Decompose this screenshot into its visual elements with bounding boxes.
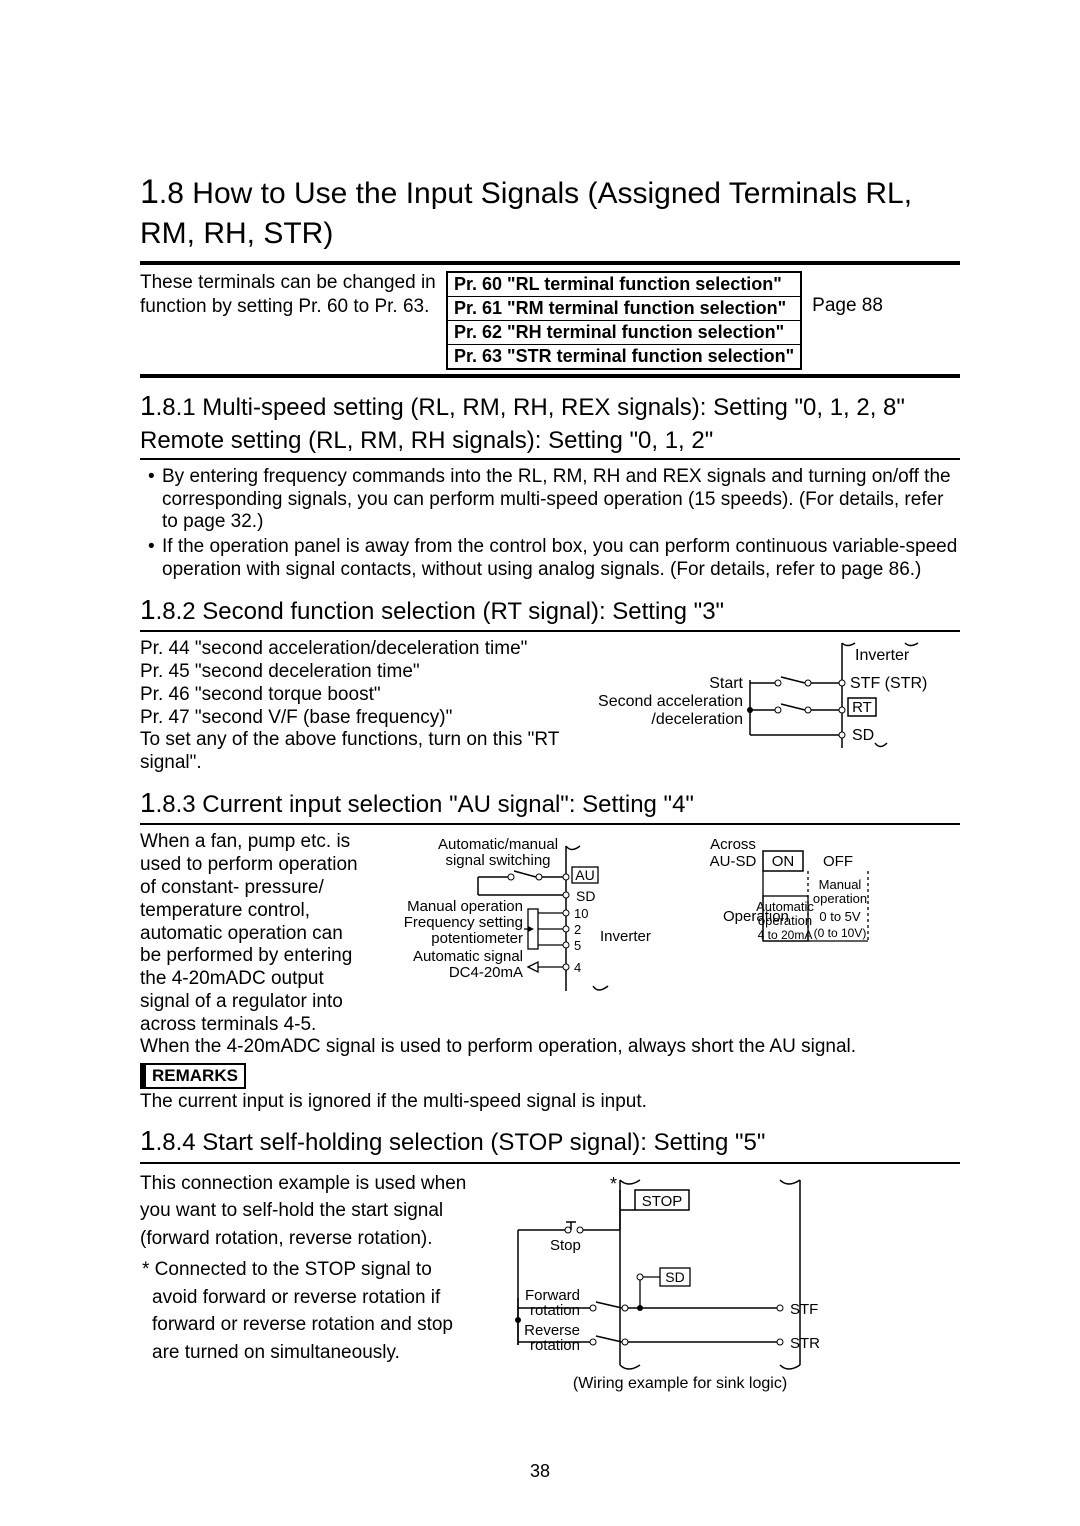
intro-row: These terminals can be changed in functi… bbox=[140, 271, 960, 370]
svg-text:STR: STR bbox=[790, 1335, 820, 1352]
pr-line: Pr. 47 "second V/F (base frequency)" bbox=[140, 707, 585, 730]
bullet-list-181: By entering frequency commands into the … bbox=[140, 466, 960, 582]
svg-text:OFF: OFF bbox=[823, 853, 853, 870]
svg-text:*: * bbox=[610, 1174, 617, 1194]
text-block-182: Pr. 44 "second acceleration/deceleration… bbox=[140, 638, 585, 775]
svg-text:AU: AU bbox=[575, 867, 594, 883]
text-block-183: When a fan, pump etc. is used to perform… bbox=[140, 831, 358, 1036]
svg-text:rotation: rotation bbox=[530, 1337, 580, 1354]
pr-line: Pr. 46 "second torque boost" bbox=[140, 684, 585, 707]
svg-text:10: 10 bbox=[574, 906, 588, 921]
svg-text:SD: SD bbox=[665, 1269, 684, 1285]
pr-line: Pr. 44 "second acceleration/deceleration… bbox=[140, 638, 585, 661]
remarks-label: REMARKS bbox=[140, 1063, 246, 1089]
title-text: .8 How to Use the Input Signals (Assigne… bbox=[140, 177, 912, 250]
svg-text:Automatic signal: Automatic signal bbox=[413, 948, 523, 965]
svg-text:2: 2 bbox=[574, 922, 581, 937]
svg-text:Frequency setting: Frequency setting bbox=[404, 914, 523, 931]
label-sec-decel: /deceleration bbox=[651, 711, 743, 728]
title-number: 1 bbox=[140, 173, 159, 211]
svg-text:0 to 5V: 0 to 5V bbox=[819, 909, 861, 924]
text-block-184: This connection example is used when you… bbox=[140, 1170, 470, 1367]
bullet-item: If the operation panel is away from the … bbox=[162, 536, 960, 582]
svg-text:STF: STF bbox=[790, 1301, 818, 1318]
svg-text:Manual: Manual bbox=[819, 877, 862, 892]
parameter-list-box: Pr. 60 "RL terminal function selection" … bbox=[446, 271, 802, 370]
svg-text:Automatic: Automatic bbox=[756, 899, 814, 914]
svg-text:potentiometer: potentiometer bbox=[431, 930, 523, 947]
svg-text:(Wiring example for sink logic: (Wiring example for sink logic) bbox=[573, 1375, 787, 1392]
intro-text: These terminals can be changed in functi… bbox=[140, 271, 440, 319]
svg-text:Inverter: Inverter bbox=[600, 928, 651, 945]
subsection-heading-181: 1.8.1 Multi-speed setting (RL, RM, RH, R… bbox=[140, 388, 960, 456]
param-item: Pr. 63 "STR terminal function selection" bbox=[448, 344, 800, 368]
svg-text:(0 to 10V): (0 to 10V) bbox=[814, 926, 867, 940]
subsection-heading-183: 1.8.3 Current input selection "AU signal… bbox=[140, 785, 960, 821]
page-number: 38 bbox=[0, 1461, 1080, 1482]
param-item: Pr. 60 "RL terminal function selection" bbox=[448, 273, 800, 296]
section-title: 1.8 How to Use the Input Signals (Assign… bbox=[140, 170, 960, 253]
diagram-183-left: Automatic/manual signal switching AU SD bbox=[368, 831, 668, 996]
param-item: Pr. 61 "RM terminal function selection" bbox=[448, 296, 800, 320]
rule bbox=[140, 374, 960, 378]
svg-text:5: 5 bbox=[574, 938, 581, 953]
remarks-text: The current input is ignored if the mult… bbox=[140, 1091, 960, 1113]
subsection-heading-182: 1.8.2 Second function selection (RT sign… bbox=[140, 592, 960, 628]
label-rt: RT bbox=[852, 699, 872, 716]
svg-text:signal switching: signal switching bbox=[445, 852, 550, 869]
pr-line: Pr. 45 "second deceleration time" bbox=[140, 661, 585, 684]
svg-text:AU-SD: AU-SD bbox=[710, 853, 757, 870]
label-inverter: Inverter bbox=[855, 647, 910, 664]
pr-line: To set any of the above functions, turn … bbox=[140, 729, 585, 775]
svg-text:rotation: rotation bbox=[530, 1302, 580, 1319]
diagram-184: * STOP Stop SD bbox=[480, 1170, 920, 1400]
svg-text:STOP: STOP bbox=[642, 1193, 683, 1210]
svg-text:Stop: Stop bbox=[550, 1237, 581, 1254]
label-sec-accel: Second acceleration bbox=[598, 693, 743, 710]
svg-text:Across: Across bbox=[710, 836, 756, 853]
label-start: Start bbox=[709, 675, 743, 692]
subsection-rule bbox=[140, 823, 960, 825]
svg-text:ON: ON bbox=[772, 853, 795, 870]
diagram-182: Inverter Start STF (STR) Second accelera… bbox=[595, 638, 935, 753]
diagram-183-right: Across AU-SD ON OFF Operation Automatic … bbox=[678, 831, 908, 971]
label-sd: SD bbox=[852, 727, 874, 744]
param-item: Pr. 62 "RH terminal function selection" bbox=[448, 320, 800, 344]
paragraph-note: * Connected to the STOP signal to avoid … bbox=[140, 1256, 470, 1366]
subsection-rule bbox=[140, 1162, 960, 1164]
bullet-item: By entering frequency commands into the … bbox=[162, 466, 960, 534]
subsection-heading-184: 1.8.4 Start self-holding selection (STOP… bbox=[140, 1123, 960, 1159]
paragraph: This connection example is used when you… bbox=[140, 1170, 470, 1253]
svg-text:operation: operation bbox=[758, 913, 812, 928]
subsection-rule bbox=[140, 458, 960, 460]
svg-text:Automatic/manual: Automatic/manual bbox=[438, 836, 558, 853]
svg-text:operation: operation bbox=[813, 891, 867, 906]
subsection-rule bbox=[140, 630, 960, 632]
svg-text:4: 4 bbox=[574, 960, 581, 975]
svg-text:DC4-20mA: DC4-20mA bbox=[449, 964, 523, 981]
after-text-183: When the 4-20mADC signal is used to perf… bbox=[140, 1036, 960, 1059]
label-stf: STF (STR) bbox=[850, 675, 927, 692]
svg-text:Manual operation: Manual operation bbox=[407, 898, 523, 915]
svg-text:4 to 20mA: 4 to 20mA bbox=[758, 928, 813, 942]
svg-text:SD: SD bbox=[576, 888, 595, 904]
page-reference: Page 88 bbox=[808, 271, 889, 317]
title-rule bbox=[140, 261, 960, 265]
